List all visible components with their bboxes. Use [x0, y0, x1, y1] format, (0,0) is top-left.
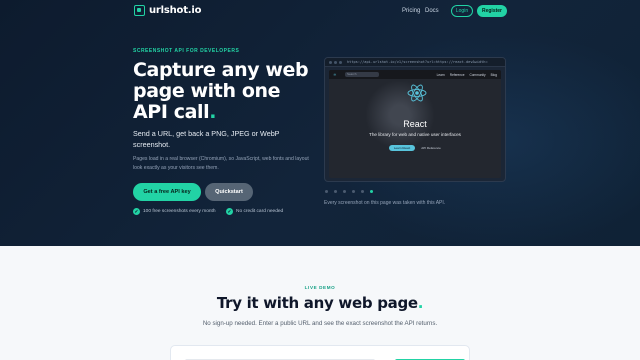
- nav-link-pricing[interactable]: Pricing: [402, 8, 420, 14]
- carousel-dot[interactable]: [370, 190, 373, 193]
- hero-subtitle: Send a URL, get back a PNG, JPEG or WebP…: [133, 129, 280, 149]
- check-icon: ✓: [133, 208, 140, 215]
- preview-url-bar: https://api.urlshot.io/v1/screenshot?url…: [325, 58, 505, 67]
- logo-text: urlshot.io: [149, 5, 202, 16]
- demo-title-dot: .: [417, 294, 424, 312]
- get-api-key-button[interactable]: Get a free API key: [133, 183, 201, 201]
- demo-title-text: Try it with any web page: [216, 294, 418, 312]
- carousel-dot[interactable]: [325, 190, 328, 193]
- preview-site-nav: ⚛ Search Learn Reference Community Blog: [329, 70, 501, 79]
- hero-headline: Capture any web page with one API call.: [133, 60, 313, 123]
- carousel-dot[interactable]: [352, 190, 355, 193]
- check-item-free: ✓ 100 free screenshots every month: [133, 208, 216, 215]
- preview-search: Search: [345, 72, 379, 77]
- demo-subtitle: No sign-up needed. Enter a public URL an…: [202, 320, 438, 327]
- carousel-dot[interactable]: [334, 190, 337, 193]
- preview-site-links: Learn Reference Community Blog: [437, 73, 497, 77]
- check-item-no-card: ✓ No credit card needed: [226, 208, 283, 215]
- check-label: 100 free screenshots every month: [143, 209, 216, 214]
- quickstart-button[interactable]: Quickstart: [205, 183, 253, 201]
- hero-description: Pages load in a real browser (Chromium),…: [133, 156, 309, 171]
- check-label: No credit card needed: [236, 209, 284, 214]
- preview-site: ⚛ Search Learn Reference Community Blog …: [329, 70, 501, 178]
- window-dots: [329, 61, 342, 64]
- top-nav: urlshot.io Pricing Docs Login Register: [0, 0, 640, 24]
- demo-title: Try it with any web page.: [0, 294, 640, 312]
- preview-learn-button: Learn React: [389, 145, 415, 151]
- logo[interactable]: urlshot.io: [134, 5, 202, 16]
- demo-eyebrow: LIVE DEMO: [304, 285, 336, 290]
- carousel-dot[interactable]: [361, 190, 364, 193]
- preview-api-button: API Reference: [421, 146, 441, 150]
- preview-link: Community: [469, 72, 486, 77]
- preview-link: Blog: [490, 72, 497, 77]
- logo-icon: [134, 5, 145, 16]
- preview-site-title: React: [403, 119, 427, 129]
- carousel-dots: [325, 190, 373, 193]
- login-button[interactable]: Login: [451, 5, 473, 17]
- preview-link: Learn: [436, 72, 445, 77]
- preview-url: https://api.urlshot.io/v1/screenshot?url…: [347, 59, 488, 64]
- preview-site-subtitle: The library for web and native user inte…: [369, 132, 461, 137]
- headline-accent-dot: .: [209, 101, 217, 123]
- preview-link: Reference: [449, 72, 465, 77]
- hero-eyebrow: SCREENSHOT API FOR DEVELOPERS: [133, 48, 240, 54]
- demo-card: [170, 345, 470, 360]
- nav-link-docs[interactable]: Docs: [425, 8, 439, 14]
- hero-headline-text: Capture any web page with one API call: [133, 59, 309, 123]
- carousel-dot[interactable]: [343, 190, 346, 193]
- check-icon: ✓: [226, 208, 233, 215]
- screenshot-preview: https://api.urlshot.io/v1/screenshot?url…: [324, 57, 506, 182]
- react-logo-icon: ⚛: [333, 72, 337, 77]
- react-atom-icon: [407, 84, 427, 102]
- register-button[interactable]: Register: [477, 5, 507, 17]
- preview-caption: Every screenshot on this page was taken …: [324, 200, 446, 206]
- hero-section: urlshot.io Pricing Docs Login Register S…: [0, 0, 640, 246]
